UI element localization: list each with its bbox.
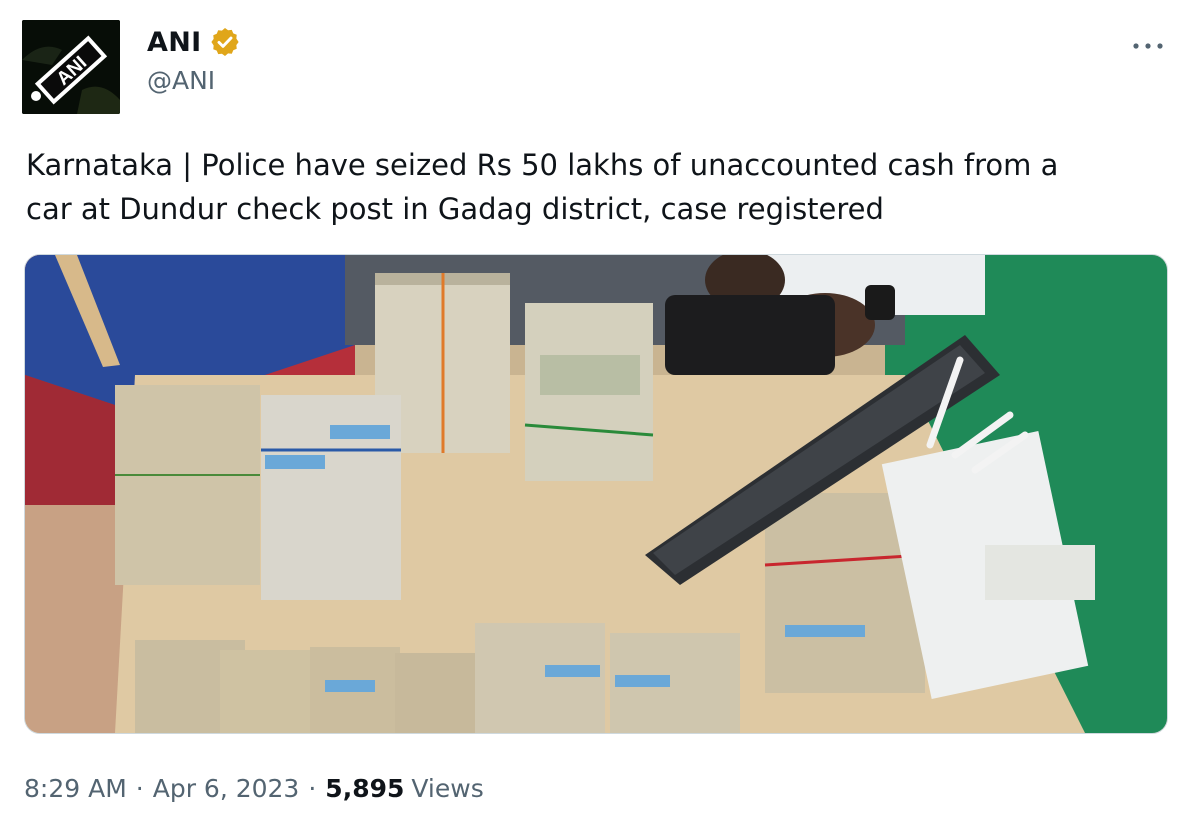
tweet-meta: 8:29 AM · Apr 6, 2023 · 5,895 Views xyxy=(24,768,484,808)
meta-separator: · xyxy=(135,773,144,803)
tweet-time[interactable]: 8:29 AM xyxy=(24,774,127,803)
tweet-text: Karnataka | Police have seized Rs 50 lak… xyxy=(26,148,1059,226)
more-horizontal-icon xyxy=(1133,43,1163,49)
views-count: 5,895 xyxy=(325,773,405,803)
avatar[interactable]: ANI xyxy=(22,20,120,114)
verified-badge-icon xyxy=(209,26,241,58)
views-label: Views xyxy=(411,773,484,803)
author-handle[interactable]: @ANI xyxy=(147,66,215,95)
tweet-date[interactable]: Apr 6, 2023 xyxy=(153,774,300,803)
ani-logo: ANI xyxy=(22,20,120,114)
meta-separator: · xyxy=(308,773,317,803)
more-options-button[interactable] xyxy=(1130,34,1166,58)
author-name-row[interactable]: ANI xyxy=(147,22,241,62)
display-name[interactable]: ANI xyxy=(147,27,201,58)
tweet-photo[interactable] xyxy=(24,254,1168,734)
